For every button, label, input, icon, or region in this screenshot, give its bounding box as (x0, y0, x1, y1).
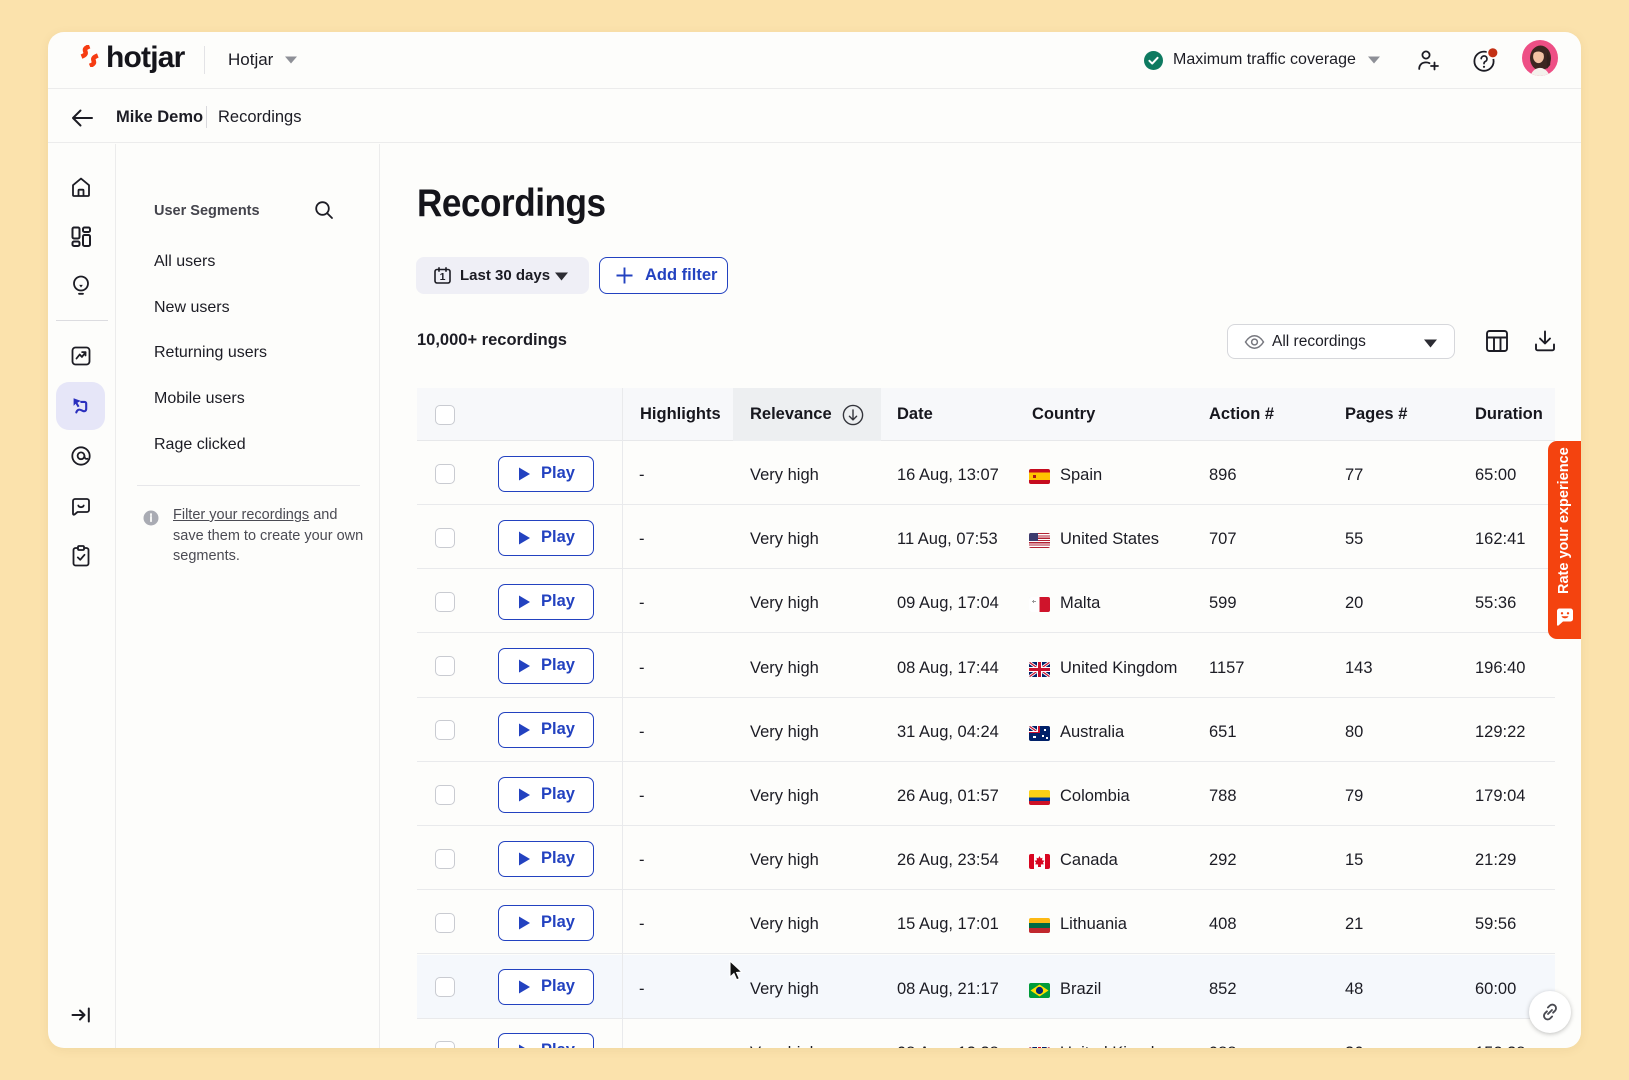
svg-text:1: 1 (440, 271, 446, 283)
